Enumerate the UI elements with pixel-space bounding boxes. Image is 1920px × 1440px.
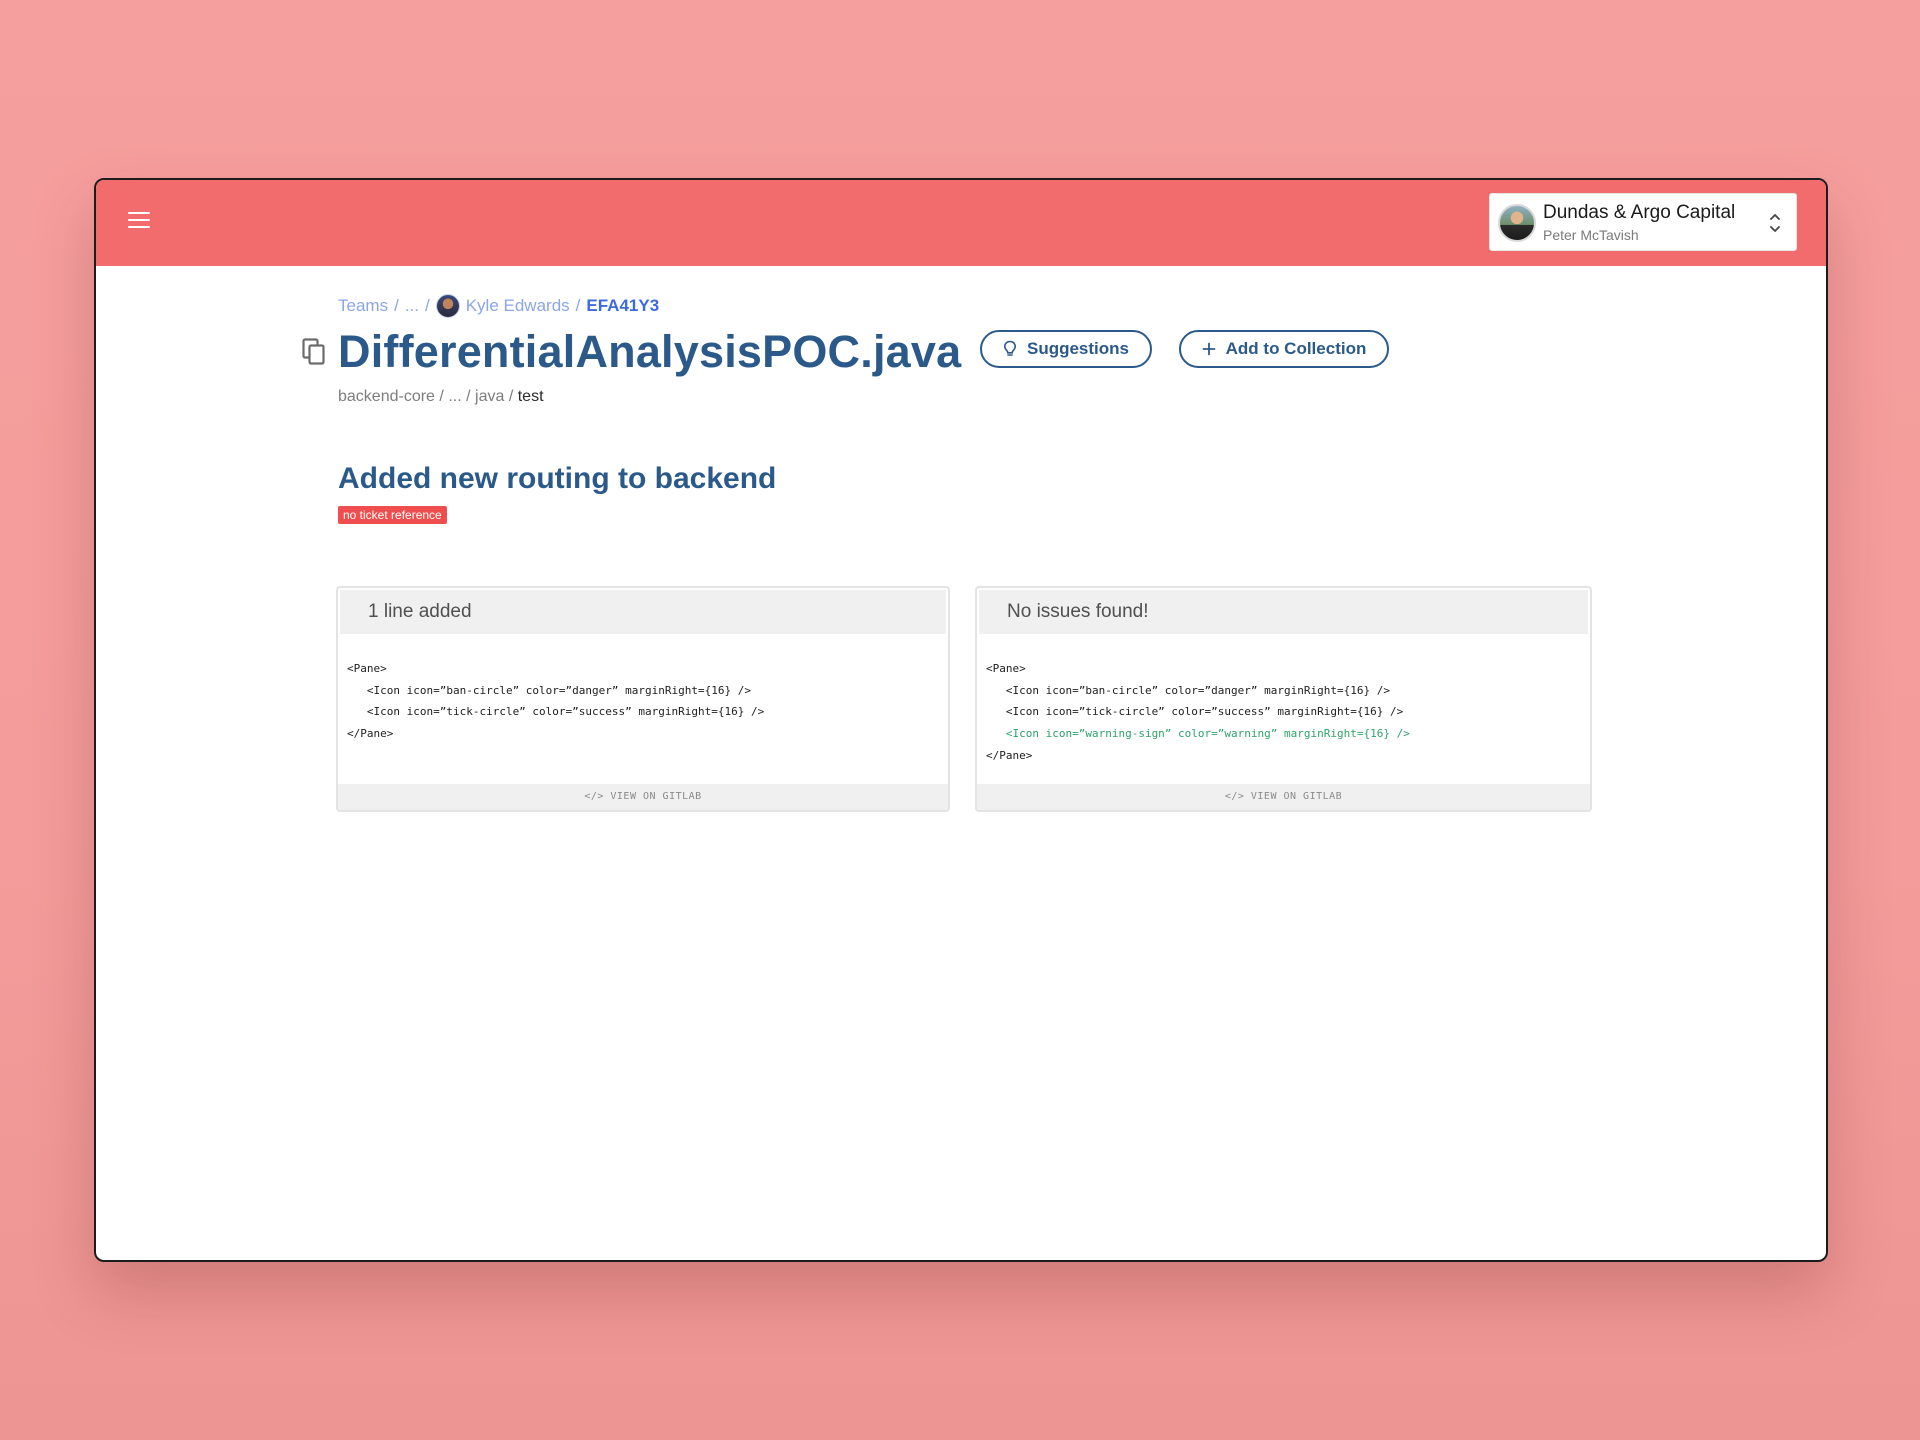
account-org-name: Dundas & Argo Capital — [1543, 202, 1736, 223]
avatar — [1498, 204, 1536, 242]
app-window: Dundas & Argo Capital Peter McTavish Tea… — [94, 178, 1828, 1262]
code-block: <Pane> <Icon icon=”ban-circle” color=”da… — [347, 658, 764, 745]
code-line: <Pane> — [986, 662, 1026, 675]
plus-icon — [1202, 342, 1216, 356]
panel-header: No issues found! — [979, 590, 1588, 634]
add-to-collection-label: Add to Collection — [1225, 339, 1367, 358]
code-line: <Icon icon=”tick-circle” color=”success”… — [986, 705, 1404, 719]
hamburger-icon[interactable] — [128, 212, 150, 230]
diff-panel-right: No issues found! <Pane> <Icon icon=”ban-… — [975, 586, 1592, 812]
path-separator: / — [508, 388, 514, 405]
code-line-added: <Icon icon=”warning-sign” color=”warning… — [986, 727, 1410, 741]
lightbulb-icon — [1003, 340, 1017, 358]
account-switcher[interactable]: Dundas & Argo Capital Peter McTavish — [1489, 193, 1797, 251]
code-line: </Pane> — [347, 727, 394, 741]
path-current: test — [517, 388, 544, 405]
suggestions-label: Suggestions — [1026, 339, 1129, 358]
file-path: backend-core / ... / java / test — [338, 388, 544, 406]
panel-header: 1 line added — [340, 590, 946, 634]
breadcrumb-separator: / — [394, 296, 399, 315]
breadcrumb-teams[interactable]: Teams — [338, 296, 388, 316]
main-content: Teams / ... / Kyle Edwards / EFA41Y3 Dif… — [96, 266, 1826, 1260]
breadcrumb-separator: / — [575, 296, 581, 315]
view-on-gitlab-link[interactable]: </> VIEW ON GITLAB — [977, 784, 1590, 810]
code-block: <Pane> <Icon icon=”ban-circle” color=”da… — [986, 658, 1410, 767]
breadcrumb-separator: / — [424, 296, 430, 315]
code-line: <Icon icon=”tick-circle” color=”success”… — [347, 705, 765, 719]
suggestions-button[interactable]: Suggestions — [980, 330, 1152, 368]
status-badge: no ticket reference — [338, 506, 447, 524]
path-mid[interactable]: java — [475, 388, 504, 405]
breadcrumb-commit[interactable]: EFA41Y3 — [586, 296, 659, 316]
path-root[interactable]: backend-core — [338, 388, 435, 405]
diff-panel-left: 1 line added <Pane> <Icon icon=”ban-circ… — [336, 586, 950, 812]
path-ellipsis[interactable]: ... — [448, 388, 461, 405]
path-separator: / — [439, 388, 444, 405]
copy-icon[interactable] — [302, 338, 326, 366]
breadcrumb-avatar — [435, 294, 460, 318]
breadcrumb-ellipsis[interactable]: ... — [405, 296, 419, 316]
breadcrumb-person[interactable]: Kyle Edwards — [466, 296, 570, 316]
add-to-collection-button[interactable]: Add to Collection — [1179, 330, 1389, 368]
chevron-up-down-icon — [1770, 214, 1780, 232]
breadcrumb: Teams / ... / Kyle Edwards / EFA41Y3 — [338, 294, 659, 318]
page-title: DifferentialAnalysisPOC.java — [338, 326, 962, 377]
code-line: <Icon icon=”ban-circle” color=”danger” m… — [347, 683, 751, 697]
view-on-gitlab-link[interactable]: </> VIEW ON GITLAB — [338, 784, 948, 810]
code-line: </Pane> — [986, 748, 1033, 762]
top-bar: Dundas & Argo Capital Peter McTavish — [96, 180, 1826, 266]
code-line: <Pane> — [347, 662, 387, 675]
account-user-name: Peter McTavish — [1543, 227, 1639, 243]
commit-title: Added new routing to backend — [338, 462, 777, 495]
code-line: <Icon icon=”ban-circle” color=”danger” m… — [986, 683, 1390, 697]
path-separator: / — [466, 388, 471, 405]
